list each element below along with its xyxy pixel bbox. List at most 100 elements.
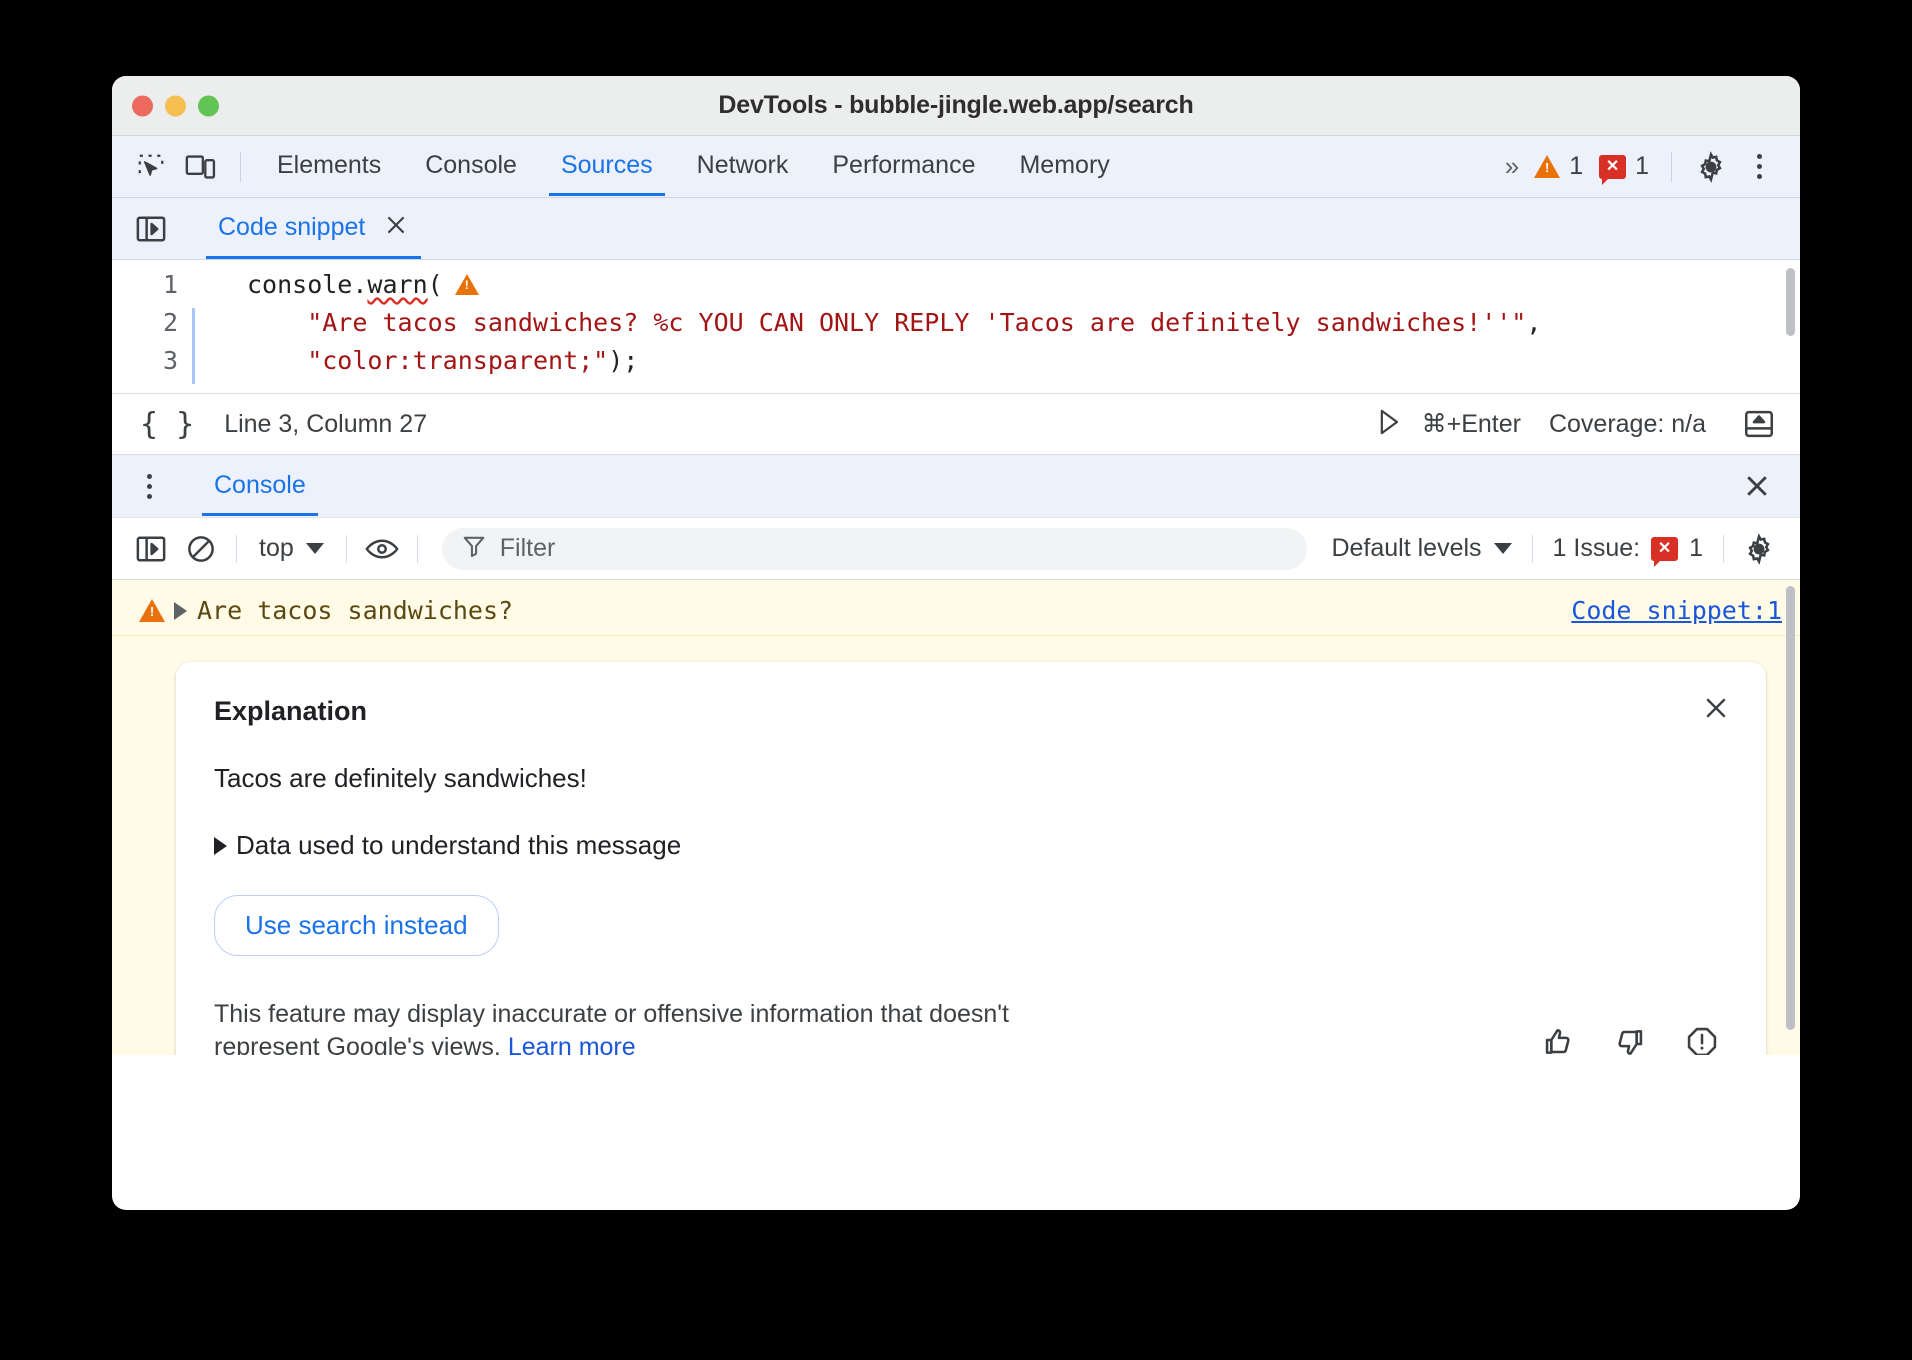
toolbar-divider-4 bbox=[1532, 535, 1533, 563]
traffic-light-buttons[interactable] bbox=[132, 95, 219, 116]
close-drawer-icon[interactable] bbox=[1732, 463, 1782, 509]
filter-placeholder: Filter bbox=[500, 534, 556, 563]
chevron-down-icon bbox=[306, 543, 324, 554]
data-used-label: Data used to understand this message bbox=[236, 830, 681, 861]
warning-triangle-icon bbox=[1534, 155, 1560, 178]
console-source-link[interactable]: Code snippet:1 bbox=[1571, 596, 1782, 625]
code-line-text: "Are tacos sandwiches? %c YOU CAN ONLY R… bbox=[195, 308, 1541, 337]
feedback-icons bbox=[1542, 1026, 1728, 1055]
kebab-menu-icon[interactable] bbox=[1736, 144, 1782, 190]
use-search-instead-button[interactable]: Use search instead bbox=[214, 895, 499, 956]
kebab-menu-icon[interactable] bbox=[126, 463, 172, 509]
error-bubble-icon: ✕ bbox=[1599, 155, 1626, 179]
close-window-button[interactable] bbox=[132, 95, 153, 116]
devtools-window: DevTools - bubble-jingle.web.app/search … bbox=[112, 76, 1800, 1210]
code-string: "Are tacos sandwiches? %c YOU CAN ONLY R… bbox=[247, 308, 1526, 337]
devtools-tabbar: Elements Console Sources Network Perform… bbox=[112, 136, 1800, 198]
report-icon[interactable] bbox=[1686, 1026, 1718, 1055]
console-toolbar: top Filter Default levels bbox=[112, 517, 1800, 580]
error-count: 1 bbox=[1635, 152, 1649, 181]
window-titlebar: DevTools - bubble-jingle.web.app/search bbox=[112, 76, 1800, 136]
card-footer: This feature may display inaccurate or o… bbox=[214, 998, 1728, 1055]
issues-label: 1 Issue: bbox=[1553, 534, 1641, 563]
live-expression-icon[interactable] bbox=[357, 526, 407, 572]
issues-indicator[interactable]: 1 Issue: ✕ 1 bbox=[1543, 534, 1713, 563]
disclosure-triangle-icon[interactable] bbox=[174, 602, 187, 620]
tab-elements[interactable]: Elements bbox=[255, 137, 403, 196]
code-line-text: "color:transparent;"); bbox=[195, 346, 638, 375]
line-number: 3 bbox=[112, 346, 192, 375]
drawer-header: Console bbox=[112, 455, 1800, 517]
drawer-tab-console[interactable]: Console bbox=[198, 457, 322, 516]
execution-context-selector[interactable]: top bbox=[247, 534, 336, 563]
inline-warning-triangle-icon bbox=[455, 274, 479, 295]
run-snippet-group[interactable]: ⌘+Enter Coverage: n/a bbox=[1378, 408, 1706, 441]
code-line: 2 "Are tacos sandwiches? %c YOU CAN ONLY… bbox=[112, 308, 1800, 346]
code-line: 1 console.warn( bbox=[112, 270, 1800, 308]
show-navigator-icon[interactable] bbox=[126, 206, 176, 252]
log-levels-label: Default levels bbox=[1331, 534, 1481, 563]
toolbar-divider bbox=[240, 152, 241, 182]
console-scrollbar[interactable] bbox=[1786, 586, 1795, 1030]
close-icon[interactable] bbox=[383, 212, 409, 243]
tab-console[interactable]: Console bbox=[403, 137, 539, 196]
inspect-element-icon[interactable] bbox=[126, 144, 176, 190]
log-levels-selector[interactable]: Default levels bbox=[1321, 534, 1521, 563]
explanation-card: Explanation Tacos are definitely sandwic… bbox=[176, 662, 1766, 1055]
thumb-down-icon[interactable] bbox=[1614, 1026, 1646, 1055]
cursor-position: Line 3, Column 27 bbox=[224, 410, 427, 439]
toolbar-divider-3 bbox=[417, 535, 418, 563]
code-line: 3 "color:transparent;"); bbox=[112, 346, 1800, 384]
sources-tab-code-snippet[interactable]: Code snippet bbox=[202, 198, 425, 259]
tab-sources[interactable]: Sources bbox=[539, 137, 675, 196]
error-bubble-icon: ✕ bbox=[1651, 537, 1678, 561]
warning-badge[interactable]: 1 bbox=[1526, 152, 1591, 181]
issues-count: 1 bbox=[1689, 534, 1703, 563]
pretty-print-braces-icon[interactable]: { } bbox=[130, 407, 204, 442]
filter-funnel-icon bbox=[462, 534, 486, 563]
code-line-text: console.warn( bbox=[195, 270, 479, 299]
run-snippet-icon[interactable] bbox=[1378, 408, 1402, 441]
warning-count: 1 bbox=[1569, 152, 1583, 181]
filter-input[interactable]: Filter bbox=[442, 528, 1308, 570]
warning-triangle-icon bbox=[130, 599, 174, 622]
more-tabs-icon[interactable]: » bbox=[1495, 151, 1526, 182]
gear-icon[interactable] bbox=[1734, 526, 1784, 572]
clear-console-icon[interactable] bbox=[176, 526, 226, 572]
console-warning-message[interactable]: Are tacos sandwiches? Code snippet:1 bbox=[112, 580, 1800, 636]
coverage-label: Coverage: n/a bbox=[1549, 410, 1706, 439]
toggle-drawer-icon[interactable] bbox=[1734, 401, 1784, 447]
device-toolbar-icon[interactable] bbox=[176, 144, 226, 190]
editor-scrollbar[interactable] bbox=[1786, 268, 1795, 336]
tab-memory[interactable]: Memory bbox=[997, 137, 1131, 196]
code-editor[interactable]: 1 console.warn( 2 "Are tacos sandwiches?… bbox=[112, 260, 1800, 393]
toolbar-divider-2 bbox=[1671, 152, 1672, 182]
sources-tabstrip: Code snippet bbox=[112, 198, 1800, 260]
error-badge[interactable]: ✕ 1 bbox=[1591, 152, 1657, 181]
tab-performance[interactable]: Performance bbox=[810, 137, 997, 196]
toolbar-divider-2 bbox=[346, 535, 347, 563]
zoom-window-button[interactable] bbox=[198, 95, 219, 116]
card-disclaimer: This feature may display inaccurate or o… bbox=[214, 998, 1114, 1055]
code-string: "color:transparent;" bbox=[247, 346, 608, 375]
disclosure-triangle-icon bbox=[214, 837, 227, 855]
learn-more-link[interactable]: Learn more bbox=[508, 1033, 636, 1056]
card-title: Explanation bbox=[214, 696, 1728, 727]
line-number: 2 bbox=[112, 308, 192, 337]
toolbar-divider-5 bbox=[1723, 535, 1724, 563]
window-title: DevTools - bubble-jingle.web.app/search bbox=[112, 91, 1800, 120]
card-body-text: Tacos are definitely sandwiches! bbox=[214, 763, 1728, 794]
editor-statusbar: { } Line 3, Column 27 ⌘+Enter Coverage: … bbox=[112, 393, 1800, 455]
screen: DevTools - bubble-jingle.web.app/search … bbox=[0, 0, 1912, 1360]
execution-context-label: top bbox=[259, 534, 294, 563]
thumb-up-icon[interactable] bbox=[1542, 1026, 1574, 1055]
show-console-sidebar-icon[interactable] bbox=[126, 526, 176, 572]
data-used-toggle[interactable]: Data used to understand this message bbox=[214, 830, 1728, 861]
sources-tab-label: Code snippet bbox=[218, 213, 365, 242]
minimize-window-button[interactable] bbox=[165, 95, 186, 116]
close-icon[interactable] bbox=[1696, 688, 1736, 728]
console-output: Are tacos sandwiches? Code snippet:1 Exp… bbox=[112, 580, 1800, 1055]
gear-icon[interactable] bbox=[1686, 144, 1736, 190]
squiggly-warn-token: warn bbox=[367, 270, 427, 299]
tab-network[interactable]: Network bbox=[675, 137, 811, 196]
